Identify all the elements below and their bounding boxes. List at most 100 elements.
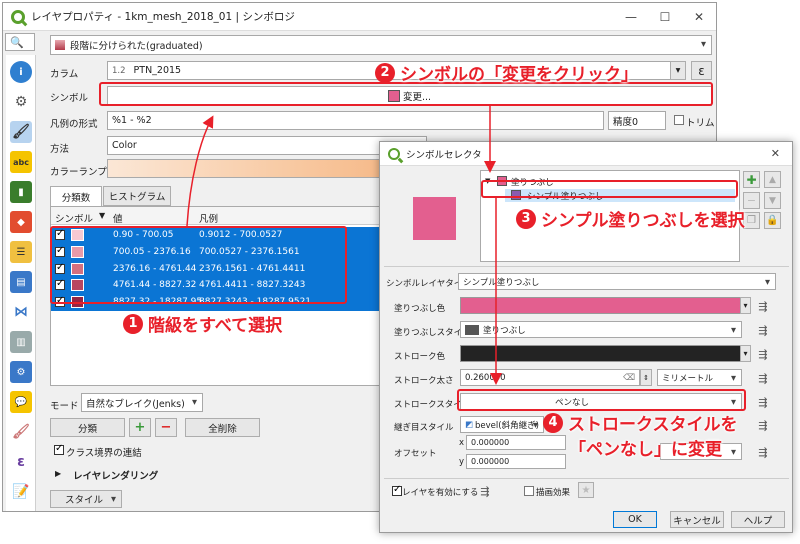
labels-icon[interactable]: abc [10,151,32,173]
highlight-stroke-style [457,389,746,411]
display-icon[interactable]: 💬 [10,391,32,413]
tab-classes[interactable]: 分類数 [50,186,102,206]
attributes-form-icon[interactable]: ▤ [10,271,32,293]
draw-effects-checkbox[interactable] [524,486,534,496]
tab-histogram[interactable]: ヒストグラム [103,186,171,206]
layer-rendering-section[interactable]: レイヤレンダリング [73,468,158,482]
divider [384,266,789,267]
method-value: Color [112,140,137,151]
step-1-text: 階級をすべて選択 [148,316,283,336]
data-defined-icon[interactable]: ⇶ [756,299,770,313]
header-symbol[interactable]: シンボル [55,211,93,225]
duplicate-layer-button[interactable]: ❐ [743,212,760,229]
remove-class-button[interactable]: − [155,418,177,437]
offset-y-value: 0.000000 [471,457,510,466]
method-label: 方法 [50,144,70,155]
lock-layer-button[interactable]: 🔒 [764,212,781,229]
header-legend[interactable]: 凡例 [199,211,218,225]
step-1-badge: 1 [123,313,143,334]
header-value[interactable]: 値 [113,211,123,225]
layer-type-select[interactable]: シンプル塗りつぶし [458,273,776,290]
sort-icon: ▼ [99,211,106,220]
search-input[interactable]: 🔍 [5,33,35,51]
link-class-checkbox[interactable] [54,443,64,455]
mode-label: モード [50,401,79,412]
storage-icon[interactable]: ▥ [10,331,32,353]
joins-icon[interactable]: ⋈ [10,301,32,323]
data-defined-icon[interactable]: ⇶ [756,323,770,337]
stroke-width-label: ストローク太さ [394,376,454,386]
fields-icon[interactable]: ☰ [10,241,32,263]
stroke-color-button[interactable] [460,345,742,362]
precision-spinbox[interactable]: 精度0 [608,111,666,130]
join-style-select[interactable]: ◩ bevel(斜角継ぎ) [460,416,544,433]
fill-style-select[interactable]: 塗りつぶし [460,321,742,338]
offset-y-label: y [459,457,465,467]
help-button[interactable]: ヘルプ [731,511,785,528]
selector-close-button[interactable]: ✕ [771,147,780,160]
expand-arrow-icon[interactable]: ▶ [55,469,61,478]
renderer-value: 段階に分けられた(graduated) [70,41,203,52]
minimize-button[interactable]: — [614,10,648,24]
renderer-select[interactable]: 段階に分けられた(graduated) [50,35,712,55]
effects-star-button[interactable]: ★ [578,482,594,498]
legend-format-value: %1 - %2 [112,115,152,126]
maximize-button[interactable]: ☐ [648,10,682,24]
color-ramp-label: カラーランプ [50,167,107,178]
stroke-unit-select[interactable]: ミリメートル [657,369,742,386]
rendering-icon[interactable]: 🖌 [10,421,32,443]
clear-icon[interactable]: ⌫ [623,373,635,383]
data-defined-icon[interactable]: ⇶ [756,347,770,361]
fill-color-button[interactable] [460,297,742,314]
step-2-badge: 2 [375,62,395,83]
step-2-text: シンボルの「変更をクリック」 [400,65,638,85]
source-icon[interactable]: ⚙ [10,91,32,113]
classify-button[interactable]: 分類 [50,418,125,437]
divider [384,478,789,479]
stroke-width-value: 0.260000 [465,372,506,383]
enable-layer-checkbox[interactable] [392,484,402,496]
offset-x-label: x [459,438,465,448]
data-defined-icon[interactable]: ⇶ [756,395,770,409]
title-bar: レイヤプロパティ - 1km_mesh_2018_01 | シンボロジ — ☐ … [3,3,716,31]
add-layer-button[interactable]: ✚ [743,171,760,188]
offset-x-value: 0.000000 [471,438,510,447]
search-icon: 🔍 [10,35,24,49]
selector-title-bar: シンボルセレクタ ✕ [380,142,792,166]
diagrams-icon[interactable]: ▮ [10,181,32,203]
step-4-text-line1: ストロークスタイルを [568,415,738,435]
delete-all-button[interactable]: 全削除 [185,418,260,437]
ok-button[interactable]: OK [613,511,657,528]
column-dropdown-button[interactable]: ▾ [670,61,686,80]
fill-color-dropdown[interactable]: ▾ [740,297,751,314]
close-button[interactable]: ✕ [682,10,716,24]
expression-button[interactable]: ε [691,61,712,80]
actions-icon[interactable]: ⚙ [10,361,32,383]
qgis-logo-icon [11,9,25,24]
symbology-icon[interactable]: 🖌 [10,121,32,143]
move-down-button[interactable]: ▼ [764,192,781,209]
stroke-color-dropdown[interactable]: ▾ [740,345,751,362]
data-defined-icon[interactable]: ⇶ [756,445,770,459]
3d-view-icon[interactable]: ◆ [10,211,32,233]
remove-layer-button[interactable]: − [743,192,760,209]
stroke-width-input[interactable]: 0.260000 ⌫ [460,369,640,386]
metadata-icon[interactable]: 📝 [10,481,32,503]
data-defined-icon[interactable]: ⇶ [756,371,770,385]
variables-icon[interactable]: ε [10,451,32,473]
legend-format-input[interactable]: %1 - %2 [107,111,604,130]
trim-checkbox[interactable] [674,115,684,125]
qgis-logo-icon [388,147,400,160]
cancel-button[interactable]: キャンセル [670,511,724,528]
data-defined-icon[interactable]: ⇶ [478,484,492,498]
add-class-button[interactable]: + [129,418,151,437]
highlight-simple-fill [481,180,738,198]
mode-select[interactable]: 自然なブレイク(Jenks) [81,393,203,412]
style-button[interactable]: スタイル [50,490,122,508]
column-label: カラム [50,69,79,80]
information-icon[interactable]: i [10,61,32,83]
plus-icon: + [134,420,146,435]
move-up-button[interactable]: ▲ [764,171,781,188]
stroke-width-spinner[interactable]: ⇕ [640,369,652,386]
data-defined-icon[interactable]: ⇶ [756,418,770,432]
